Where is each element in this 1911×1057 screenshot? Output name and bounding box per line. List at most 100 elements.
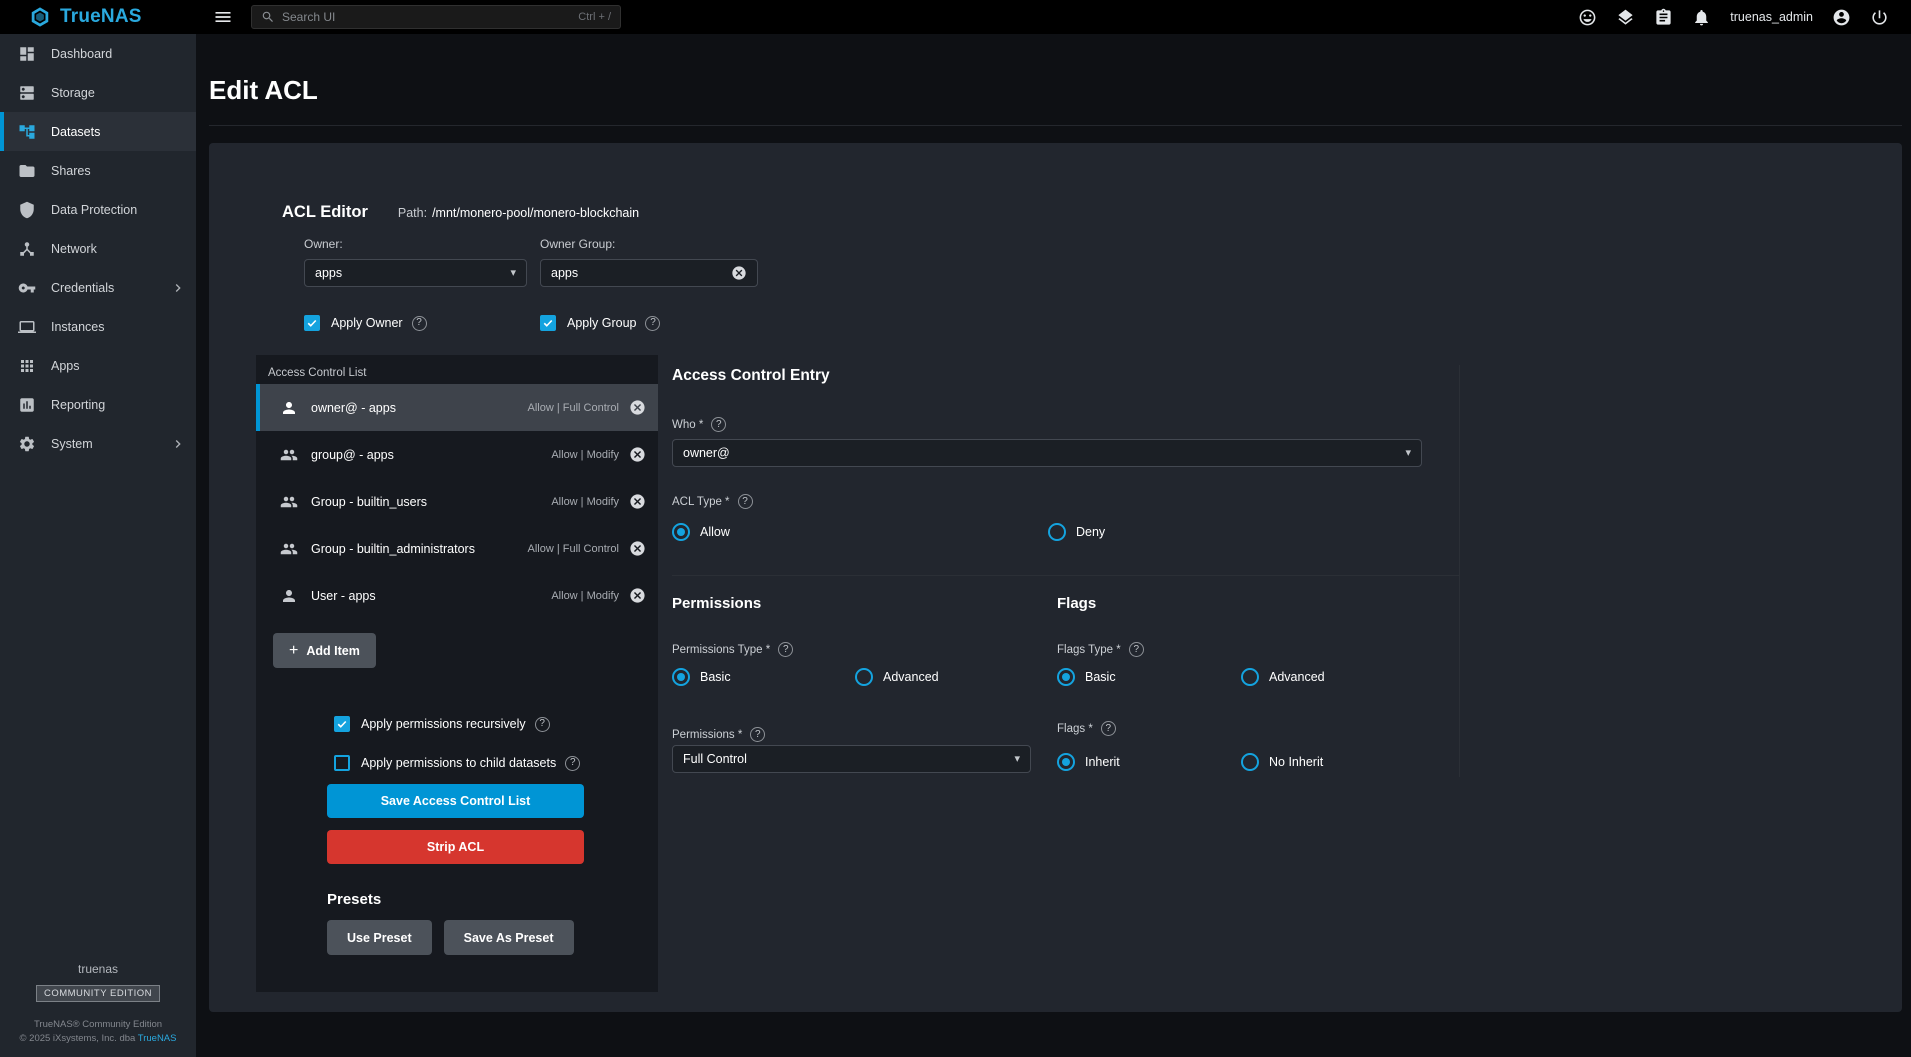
jobs-button[interactable] — [1654, 8, 1673, 27]
acl-entry-row-user-apps[interactable]: User - apps Allow | Modify — [256, 572, 658, 619]
user-icon — [280, 587, 298, 605]
sidebar-item-dashboard[interactable]: Dashboard — [0, 34, 196, 73]
sidebar-item-datasets[interactable]: Datasets — [0, 112, 196, 151]
help-icon[interactable]: ? — [412, 316, 427, 331]
acl-editor-body: Access Control List owner@ - apps Allow … — [256, 355, 1893, 992]
strip-acl-button[interactable]: Strip ACL — [327, 830, 584, 864]
truenas-link[interactable]: TrueNAS — [138, 1033, 177, 1044]
who-select[interactable]: owner@ ▾ — [672, 439, 1422, 467]
remove-entry-icon[interactable] — [629, 446, 646, 463]
sidebar-item-system[interactable]: System — [0, 424, 196, 463]
radio-allow[interactable]: Allow — [672, 523, 730, 541]
apply-owner-checkbox[interactable]: Apply Owner ? — [304, 315, 527, 331]
truecommand-button[interactable] — [1616, 8, 1635, 27]
radio-permissions-advanced[interactable]: Advanced — [855, 668, 939, 686]
owner-select[interactable]: apps ▾ — [304, 259, 527, 287]
acl-entry-row-group[interactable]: group@ - apps Allow | Modify — [256, 431, 658, 478]
monitor-icon — [18, 318, 36, 336]
acl-editor-header: ACL Editor Path:/mnt/monero-pool/monero-… — [282, 203, 639, 222]
account-circle-icon — [1832, 8, 1851, 27]
layers-icon — [1616, 8, 1635, 27]
apply-recursively-checkbox[interactable]: Apply permissions recursively ? — [334, 716, 658, 732]
search-icon — [261, 10, 275, 24]
title-divider — [209, 125, 1902, 126]
help-icon[interactable]: ? — [738, 494, 753, 509]
acl-entry-row-builtin-administrators[interactable]: Group - builtin_administrators Allow | F… — [256, 525, 658, 572]
power-icon — [1870, 8, 1889, 27]
sidebar-item-apps[interactable]: Apps — [0, 346, 196, 385]
feedback-button[interactable] — [1578, 8, 1597, 27]
clear-input-icon[interactable] — [731, 265, 747, 281]
sidebar-item-storage[interactable]: Storage — [0, 73, 196, 112]
presets-title: Presets — [327, 891, 658, 908]
dashboard-icon — [18, 45, 36, 63]
menu-toggle-button[interactable] — [213, 7, 233, 27]
help-icon[interactable]: ? — [565, 756, 580, 771]
power-menu-button[interactable] — [1870, 8, 1889, 27]
help-icon[interactable]: ? — [535, 717, 550, 732]
help-icon[interactable]: ? — [1129, 642, 1144, 657]
flags-label: Flags * ? — [1057, 721, 1116, 736]
help-icon[interactable]: ? — [1101, 721, 1116, 736]
bar-chart-icon — [18, 396, 36, 414]
use-preset-button[interactable]: Use Preset — [327, 920, 432, 955]
radio-deny[interactable]: Deny — [1048, 523, 1105, 541]
help-icon[interactable]: ? — [778, 642, 793, 657]
radio-flags-basic[interactable]: Basic — [1057, 668, 1116, 686]
apply-child-datasets-checkbox[interactable]: Apply permissions to child datasets ? — [334, 755, 658, 771]
radio-no-inherit[interactable]: No Inherit — [1241, 753, 1323, 771]
help-icon[interactable]: ? — [750, 727, 765, 742]
hamburger-icon — [213, 7, 233, 27]
ace-vertical-divider — [1459, 365, 1460, 777]
radio-inherit[interactable]: Inherit — [1057, 753, 1120, 771]
truenas-app: TrueNAS Ctrl + / truenas_admin Dashboard — [0, 0, 1911, 1057]
chevron-right-icon — [170, 436, 186, 452]
plus-icon: + — [289, 643, 298, 659]
search-input[interactable] — [282, 10, 571, 24]
help-icon[interactable]: ? — [645, 316, 660, 331]
sidebar-item-data-protection[interactable]: Data Protection — [0, 190, 196, 229]
permissions-select[interactable]: Full Control ▾ — [672, 745, 1031, 773]
sidebar-item-shares[interactable]: Shares — [0, 151, 196, 190]
clipboard-icon — [1654, 8, 1673, 27]
page-title: Edit ACL — [209, 75, 1911, 105]
radio-circle — [672, 668, 690, 686]
radio-circle — [1057, 668, 1075, 686]
acl-entry-row-builtin-users[interactable]: Group - builtin_users Allow | Modify — [256, 478, 658, 525]
acl-list-title: Access Control List — [256, 355, 658, 380]
owner-field-group: Owner: apps ▾ Apply Owner ? — [304, 237, 527, 331]
alerts-button[interactable] — [1692, 8, 1711, 27]
group-icon — [280, 540, 298, 558]
remove-entry-icon[interactable] — [629, 399, 646, 416]
search-box[interactable]: Ctrl + / — [251, 5, 621, 29]
sidebar-item-instances[interactable]: Instances — [0, 307, 196, 346]
flags-section-title: Flags — [1057, 595, 1096, 612]
acl-entry-row-owner[interactable]: owner@ - apps Allow | Full Control — [256, 384, 658, 431]
chevron-right-icon — [170, 280, 186, 296]
remove-entry-icon[interactable] — [629, 493, 646, 510]
group-icon — [280, 446, 298, 464]
shield-icon — [18, 201, 36, 219]
folder-icon — [18, 162, 36, 180]
help-icon[interactable]: ? — [711, 417, 726, 432]
radio-permissions-basic[interactable]: Basic — [672, 668, 731, 686]
save-acl-button[interactable]: Save Access Control List — [327, 784, 584, 818]
hostname: truenas — [0, 962, 196, 976]
owner-group-label: Owner Group: — [540, 237, 758, 251]
permissions-label: Permissions * ? — [672, 727, 765, 742]
save-as-preset-button[interactable]: Save As Preset — [444, 920, 574, 955]
sidebar-item-reporting[interactable]: Reporting — [0, 385, 196, 424]
apply-group-checkbox[interactable]: Apply Group ? — [540, 315, 758, 331]
remove-entry-icon[interactable] — [629, 540, 646, 557]
sidebar-item-credentials[interactable]: Credentials — [0, 268, 196, 307]
checkbox-box — [334, 755, 350, 771]
caret-down-icon: ▾ — [1405, 448, 1411, 459]
radio-flags-advanced[interactable]: Advanced — [1241, 668, 1325, 686]
radio-circle — [1057, 753, 1075, 771]
sidebar-item-network[interactable]: Network — [0, 229, 196, 268]
truenas-logo[interactable]: TrueNAS — [0, 6, 196, 28]
remove-entry-icon[interactable] — [629, 587, 646, 604]
add-item-button[interactable]: + Add Item — [273, 633, 376, 668]
user-menu-button[interactable] — [1832, 8, 1851, 27]
owner-group-input[interactable] — [551, 266, 731, 280]
